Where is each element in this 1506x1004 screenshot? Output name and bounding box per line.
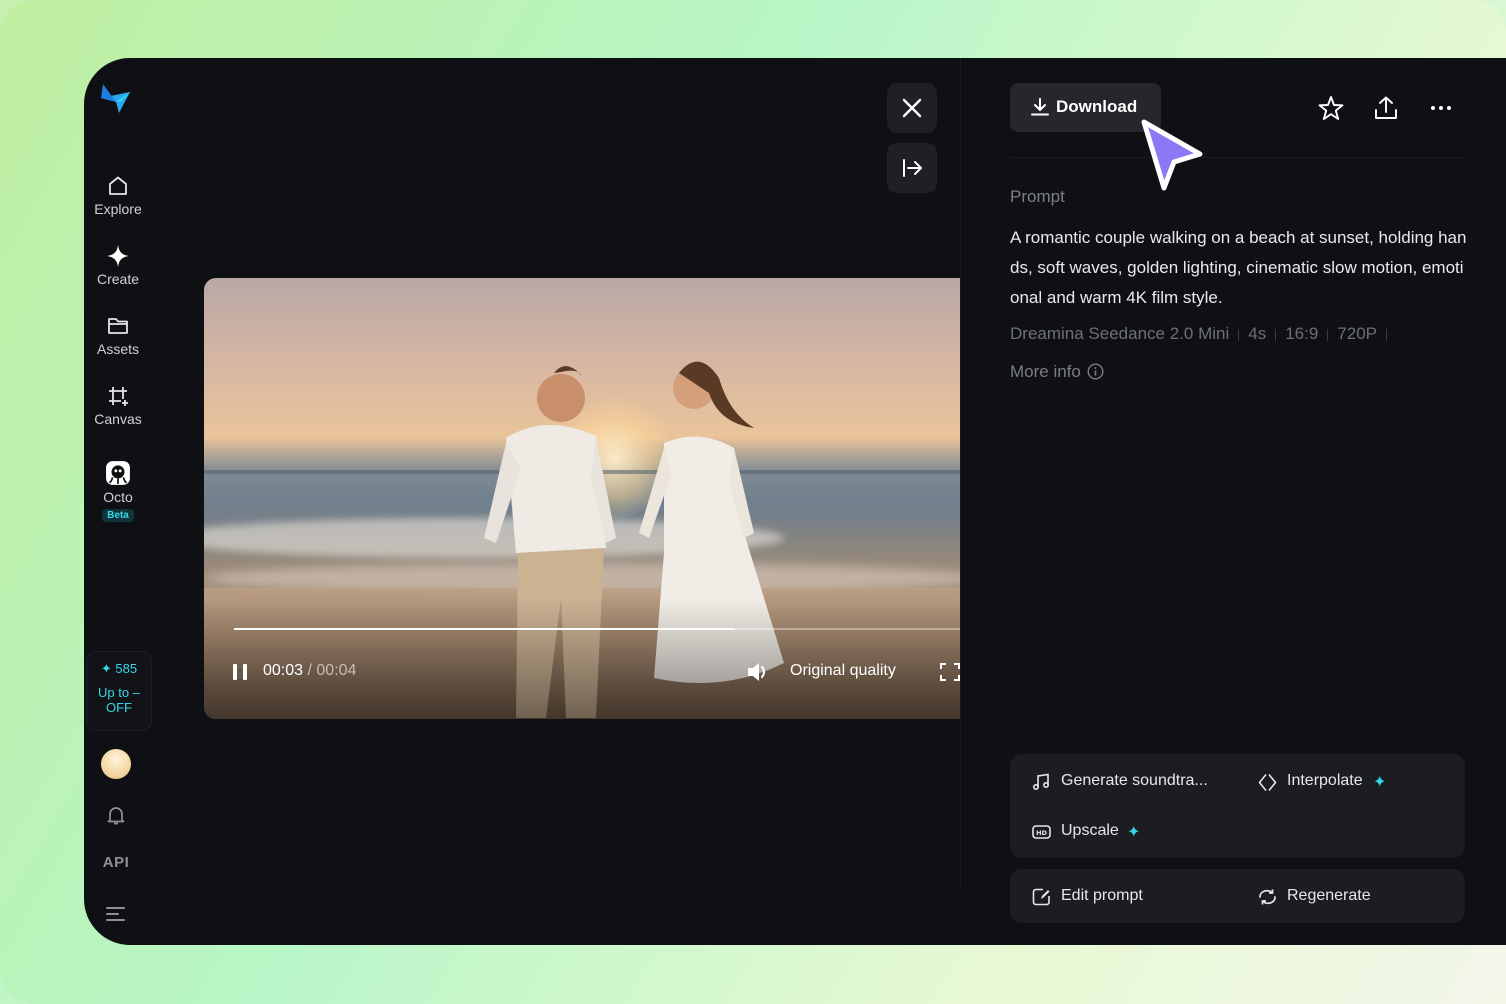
sidebar-item-label: Canvas — [94, 411, 142, 427]
progress-fill — [234, 628, 735, 630]
sidebar-item-assets[interactable]: Assets — [84, 314, 152, 357]
panel-divider — [960, 58, 961, 888]
api-link[interactable]: API — [84, 854, 148, 871]
canvas-icon — [109, 387, 128, 406]
bell-icon[interactable] — [104, 803, 128, 827]
sidebar-item-label: Assets — [96, 341, 139, 357]
close-button[interactable] — [887, 83, 937, 133]
actions-card: Edit prompt Regenerate — [1010, 869, 1465, 923]
regenerate-icon — [1259, 889, 1276, 905]
quality-selector[interactable]: Original quality — [790, 662, 896, 680]
sidebar-item-explore[interactable]: Explore — [84, 174, 152, 217]
time-display: 00:03 / 00:04 — [263, 662, 356, 680]
premium-sparkle-icon: ✦ — [1127, 824, 1141, 841]
app-window: Explore Create Assets Canvas Octo Beta ✦… — [84, 58, 1506, 945]
meta-resolution: 720P — [1337, 324, 1377, 343]
hd-icon: HD — [1032, 825, 1051, 839]
generate-soundtrack-label: Generate soundtra... — [1061, 772, 1208, 789]
sidebar: Explore Create Assets Canvas Octo Beta ✦… — [84, 58, 152, 945]
menu-icon[interactable] — [104, 904, 128, 922]
share-icon[interactable] — [1373, 95, 1399, 121]
promo-line-1: Up to – — [98, 685, 140, 700]
duration: 00:04 — [316, 662, 357, 679]
sidebar-item-create[interactable]: Create — [84, 244, 152, 287]
generation-meta: Dreamina Seedance 2.0 Mini 4s 16:9 720P — [1010, 324, 1396, 344]
collapse-panel-button[interactable] — [887, 143, 937, 193]
avatar[interactable] — [101, 749, 131, 779]
octo-icon — [106, 461, 130, 485]
current-time: 00:03 — [263, 662, 304, 679]
more-options-icon[interactable] — [1428, 95, 1454, 121]
sidebar-item-label: Explore — [94, 201, 142, 217]
background-gradient: Explore Create Assets Canvas Octo Beta ✦… — [0, 0, 1506, 1004]
collapse-panel-icon — [903, 159, 922, 177]
volume-icon[interactable] — [746, 661, 770, 683]
promo-line-2: OFF — [106, 700, 132, 715]
meta-duration: 4s — [1248, 324, 1267, 343]
download-label: Download — [1056, 97, 1138, 116]
sidebar-item-octo[interactable]: Octo Beta — [84, 460, 152, 523]
meta-ratio: 16:9 — [1285, 324, 1319, 343]
progress-bar[interactable] — [234, 628, 960, 630]
close-icon — [902, 98, 922, 118]
premium-sparkle-icon: ✦ — [1373, 774, 1387, 791]
upscale-label: Upscale — [1061, 822, 1119, 839]
sidebar-item-label: Octo — [103, 489, 133, 505]
more-info-label: More info — [1010, 362, 1081, 381]
pause-icon[interactable] — [232, 663, 250, 681]
edit-icon — [1032, 888, 1050, 906]
sidebar-item-canvas[interactable]: Canvas — [84, 384, 152, 427]
beta-badge: Beta — [102, 509, 134, 522]
interpolate-label: Interpolate — [1287, 772, 1363, 789]
more-info-link[interactable]: More info — [1010, 362, 1104, 382]
download-icon — [1031, 98, 1049, 116]
prompt-label: Prompt — [1010, 187, 1065, 206]
header-divider — [1010, 157, 1465, 158]
folder-icon — [108, 318, 128, 334]
info-icon — [1087, 363, 1104, 380]
video-player[interactable]: 00:03 / 00:04 Original quality — [204, 278, 960, 719]
prompt-text: A romantic couple walking on a beach at … — [1010, 228, 1467, 307]
interpolate-icon — [1258, 773, 1277, 792]
credits-widget[interactable]: ✦ 585 Up to – OFF — [86, 651, 152, 731]
pointer-cursor-icon — [1141, 119, 1203, 191]
sparkle-icon — [107, 245, 129, 267]
favorite-star-icon[interactable] — [1318, 95, 1344, 121]
credits-amount: 585 — [115, 661, 138, 676]
sidebar-item-label: Create — [96, 271, 140, 287]
svg-text:HD: HD — [1036, 829, 1047, 837]
music-note-icon — [1032, 773, 1050, 791]
meta-model: Dreamina Seedance 2.0 Mini — [1010, 324, 1230, 343]
regenerate-label: Regenerate — [1287, 887, 1371, 904]
time-separator: / — [303, 662, 317, 679]
dreamina-logo-icon[interactable] — [99, 82, 133, 116]
sparkle-icon: ✦ — [100, 661, 112, 676]
fullscreen-icon[interactable] — [940, 663, 960, 681]
tools-card: Generate soundtra... Interpolate ✦ HD Up… — [1010, 754, 1465, 858]
edit-prompt-label: Edit prompt — [1061, 887, 1143, 904]
home-icon — [109, 176, 127, 195]
